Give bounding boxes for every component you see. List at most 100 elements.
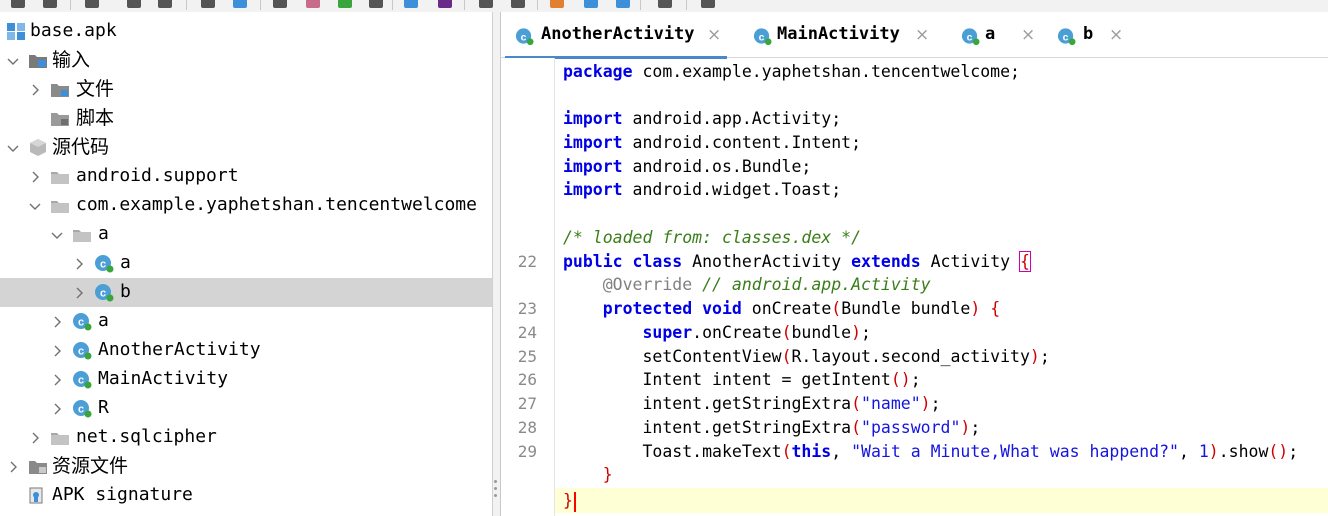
svg-text:c: c: [1063, 32, 1069, 43]
package-icon: [50, 428, 70, 447]
project-tree[interactable]: base.apk输入文件脚本源代码android.support com.exam…: [0, 12, 492, 516]
editor-tab[interactable]: cAnotherActivity×: [505, 12, 727, 58]
editor-tab-label: a: [985, 23, 995, 45]
editor-tab[interactable]: ca×: [951, 12, 1041, 58]
tree-item[interactable]: 输入: [0, 46, 492, 75]
log-icon[interactable]: [657, 0, 673, 8]
editor-tab[interactable]: cMainActivity×: [743, 12, 935, 58]
code-line: public class AnotherActivity extends Act…: [563, 251, 1030, 275]
back-icon[interactable]: [478, 0, 494, 8]
argument: bundle: [792, 323, 852, 342]
tree-item[interactable]: a: [0, 220, 492, 249]
toolbar-separator: [70, 0, 71, 10]
line-number: 22: [501, 251, 537, 273]
download-icon[interactable]: [200, 0, 216, 8]
code-line: }: [563, 464, 613, 488]
code-line: Toast.makeText(this, "Wait a Minute,What…: [563, 441, 1298, 465]
tree-item[interactable]: net.sqlcipher: [0, 423, 492, 452]
chevron-right-icon[interactable]: [28, 430, 42, 444]
export-icon[interactable]: [157, 0, 173, 8]
tree-item[interactable]: ca: [0, 307, 492, 336]
toolbar-separator: [537, 0, 538, 10]
save-icon[interactable]: [126, 0, 142, 8]
keyword: public: [563, 252, 623, 271]
tree-item-label: a: [98, 222, 109, 246]
method-call: setContentView: [642, 347, 781, 366]
class-icon: c: [72, 370, 92, 389]
modules-icon[interactable]: [232, 0, 248, 8]
decompile-icon[interactable]: [583, 0, 599, 8]
close-tab-icon[interactable]: ×: [1109, 24, 1123, 46]
code-line: /* loaded from: classes.dex */: [563, 227, 861, 251]
class-name: AnotherActivity: [692, 252, 841, 271]
line-number: 24: [501, 322, 537, 344]
chevron-right-icon[interactable]: [28, 169, 42, 183]
tree-item[interactable]: 资源文件: [0, 452, 492, 481]
chevron-down-icon[interactable]: [50, 227, 64, 241]
code-line: setContentView(R.layout.second_activity)…: [563, 346, 1050, 370]
find-class-icon[interactable]: [305, 0, 321, 8]
close-tab-icon[interactable]: ×: [915, 24, 929, 46]
tree-item[interactable]: base.apk: [0, 17, 492, 46]
add-icon[interactable]: [42, 0, 58, 8]
debug-settings-icon[interactable]: [549, 0, 565, 8]
chevron-down-icon[interactable]: [6, 53, 20, 67]
forward-icon[interactable]: [510, 0, 526, 8]
chevron-right-icon[interactable]: [50, 314, 64, 328]
home-icon[interactable]: [368, 0, 384, 8]
tree-item[interactable]: 源代码: [0, 133, 492, 162]
find-usage-icon[interactable]: [337, 0, 353, 8]
splitter-grip-dot: [494, 487, 497, 490]
string-literal: "Wait a Minute,What was happend?": [851, 442, 1179, 461]
close-tab-icon[interactable]: ×: [1021, 24, 1035, 46]
tree-item[interactable]: APK signature: [0, 481, 492, 510]
editor-tab[interactable]: cb×: [1047, 12, 1129, 58]
open-icon[interactable]: [10, 0, 26, 8]
chevron-right-icon[interactable]: [50, 372, 64, 386]
chevron-right-icon[interactable]: [72, 285, 86, 299]
tree-item-label: android.support: [76, 164, 239, 188]
tree-item-label: APK signature: [52, 483, 193, 507]
tree-item[interactable]: cb: [0, 278, 492, 307]
keyword: class: [633, 252, 683, 271]
keyword: import: [563, 180, 623, 199]
tree-item-label: com.example.yaphetshan.tencentwelcome: [76, 193, 477, 217]
tree-item[interactable]: cMainActivity: [0, 365, 492, 394]
parameters: Bundle bundle: [841, 299, 970, 318]
class-icon: c: [94, 283, 114, 302]
tree-item[interactable]: com.example.yaphetshan.tencentwelcome: [0, 191, 492, 220]
tree-item[interactable]: 脚本: [0, 104, 492, 133]
chevron-right-icon[interactable]: [72, 256, 86, 270]
close-tab-icon[interactable]: ×: [707, 24, 721, 46]
chevron-right-icon[interactable]: [50, 343, 64, 357]
keyword: import: [563, 157, 623, 176]
annotation: @Override: [603, 275, 692, 294]
settings-icon[interactable]: [615, 0, 631, 8]
chevron-right-icon[interactable]: [50, 401, 64, 415]
tools-icon[interactable]: [700, 0, 716, 8]
chevron-right-icon[interactable]: [28, 82, 42, 96]
splitter-grip-dot: [494, 494, 497, 497]
tree-item[interactable]: ca: [0, 249, 492, 278]
code-line: intent.getStringExtra("name");: [563, 393, 941, 417]
refresh-icon[interactable]: [84, 0, 100, 8]
panel-splitter[interactable]: [492, 12, 500, 516]
window-icon[interactable]: [403, 0, 419, 8]
tree-item[interactable]: android.support: [0, 162, 492, 191]
tree-item[interactable]: 文件: [0, 75, 492, 104]
code-area[interactable]: package com.example.yaphetshan.tencentwe…: [555, 58, 1328, 516]
tree-item-label: 脚本: [76, 106, 114, 130]
tree-item-label: 输入: [52, 48, 90, 72]
search-icon[interactable]: [272, 0, 288, 8]
terminal-icon[interactable]: [437, 0, 453, 8]
chevron-right-icon[interactable]: [6, 459, 20, 473]
tree-item[interactable]: cAnotherActivity: [0, 336, 492, 365]
keyword: this: [792, 442, 832, 461]
tree-item[interactable]: cR: [0, 394, 492, 423]
resources-folder-icon: [28, 457, 48, 476]
class-icon: c: [1057, 27, 1076, 46]
method-name: onCreate: [752, 299, 831, 318]
chevron-down-icon[interactable]: [28, 198, 42, 212]
chevron-down-icon[interactable]: [6, 140, 20, 154]
line-number-gutter: 2223242526272829: [501, 58, 555, 516]
